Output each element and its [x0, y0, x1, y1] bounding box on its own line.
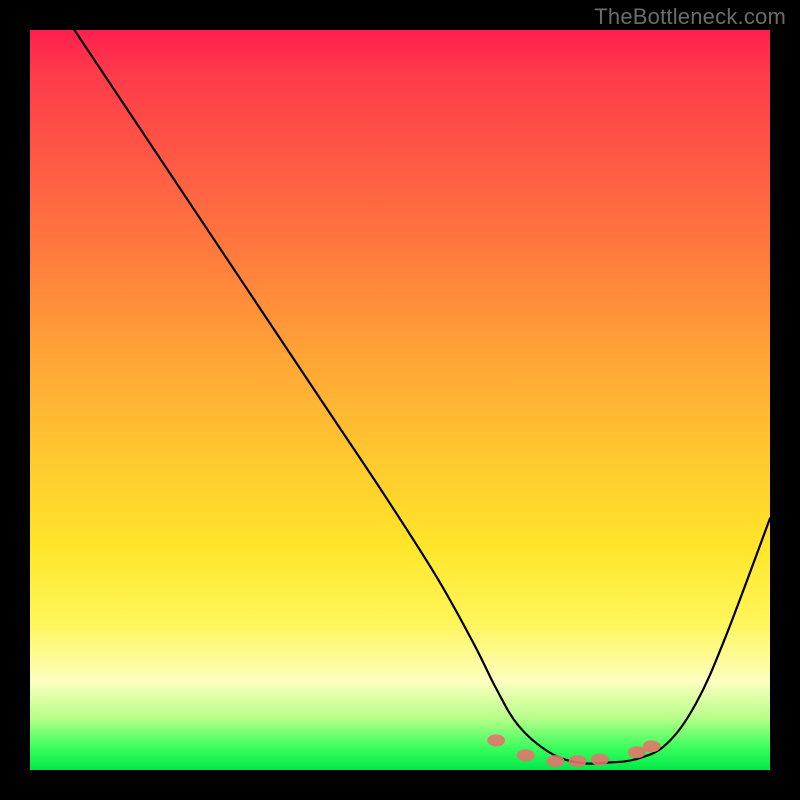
marker-dot [591, 754, 609, 766]
marker-dot [569, 755, 587, 767]
marker-dot [643, 740, 661, 752]
marker-dot [517, 749, 535, 761]
marker-dot [487, 734, 505, 746]
highlight-markers [487, 734, 660, 767]
watermark-text: TheBottleneck.com [594, 4, 786, 30]
chart-stage: TheBottleneck.com [0, 0, 800, 800]
marker-dot [546, 755, 564, 767]
curve-layer [30, 30, 770, 770]
plot-area [30, 30, 770, 770]
bottleneck-curve [74, 30, 770, 764]
